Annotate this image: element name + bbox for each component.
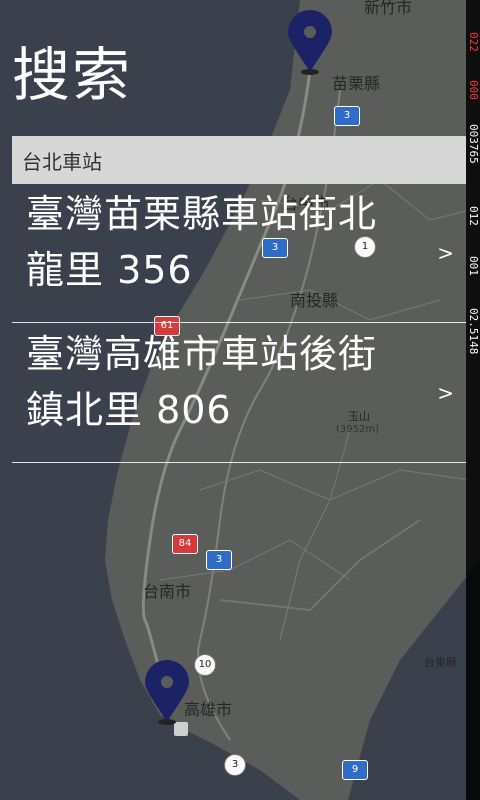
result-address-line1: 臺灣苗栗縣車站街北: [26, 192, 378, 236]
result-address: 臺灣高雄市車站後街 鎮北里 806: [26, 326, 418, 438]
page-title: 搜索: [12, 41, 133, 109]
status-value: 02.5148: [467, 308, 480, 355]
chevron-right-icon: >: [437, 381, 454, 405]
status-value: 022: [467, 32, 480, 52]
result-address-line2: 鎮北里 806: [26, 388, 232, 432]
result-address-line2: 龍里 356: [26, 248, 193, 292]
status-value: 012: [467, 206, 480, 226]
status-value: 001: [467, 256, 480, 276]
search-input[interactable]: [12, 136, 466, 184]
status-value: 003765: [467, 124, 480, 164]
chevron-right-icon: >: [437, 241, 454, 265]
result-address: 臺灣苗栗縣車站街北 龍里 356: [26, 186, 418, 298]
result-item[interactable]: 臺灣高雄市車站後街 鎮北里 806 >: [12, 324, 468, 463]
debug-status-bar: 022 000 003765 012 001 02.5148: [466, 0, 480, 800]
result-address-line1: 臺灣高雄市車站後街: [26, 332, 378, 376]
result-item[interactable]: 臺灣苗栗縣車站街北 龍里 356 >: [12, 184, 468, 323]
search-panel: 搜索 臺灣苗栗縣車站街北 龍里 356 > 臺灣高雄市車站後街 鎮北里 806 …: [0, 0, 480, 800]
status-value: 000: [467, 80, 480, 100]
